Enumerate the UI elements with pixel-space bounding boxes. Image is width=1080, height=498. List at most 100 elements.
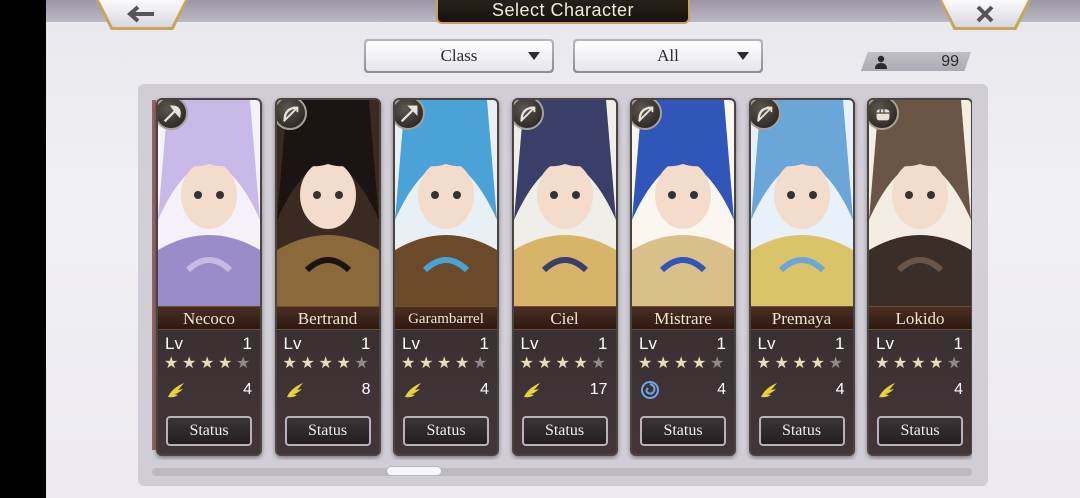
character-portrait (158, 100, 260, 306)
rarity-star-icon: ★ (401, 355, 416, 372)
wind-wing-icon (523, 383, 540, 398)
class-filter-dropdown[interactable]: Class (364, 39, 554, 73)
level-value: 1 (242, 334, 252, 353)
rarity-star-icon: ★ (710, 355, 725, 372)
level-value: 1 (716, 334, 726, 353)
rarity-stars: ★ ★ ★ ★ ★ (875, 356, 963, 372)
character-card[interactable]: Mistrare Lv 1 ★ ★ ★ ★ ★ 4 Status (630, 98, 736, 456)
back-button[interactable] (96, 0, 188, 30)
character-name: Necoco (158, 306, 260, 330)
character-portrait (513, 100, 616, 306)
element-count: 4 (835, 381, 845, 398)
bow-icon (513, 100, 544, 130)
water-swirl-icon (641, 381, 659, 399)
character-info: Lv 1 ★ ★ ★ ★ ★ 4 Status (395, 330, 497, 454)
rarity-star-icon: ★ (437, 355, 452, 372)
rarity-star-icon: ★ (182, 355, 197, 372)
status-button[interactable]: Status (521, 416, 608, 446)
rarity-star-icon: ★ (537, 355, 552, 372)
character-card[interactable]: Premaya Lv 1 ★ ★ ★ ★ ★ 4 Status (748, 98, 855, 456)
rarity-stars: ★ ★ ★ ★ ★ (638, 356, 726, 372)
rarity-star-icon: ★ (282, 355, 297, 372)
character-card[interactable]: Lokido Lv 1 ★ ★ ★ ★ ★ 4 Status (867, 98, 972, 456)
rarity-star-icon: ★ (200, 355, 215, 372)
rarity-stars: ★ ★ ★ ★ ★ (757, 356, 845, 372)
character-info: Lv 1 ★ ★ ★ ★ ★ 8 Status (276, 330, 379, 454)
element-count: 4 (717, 381, 726, 398)
scrollbar-thumb[interactable] (386, 466, 442, 476)
rarity-filter-dropdown[interactable]: All (573, 39, 763, 73)
character-name: Bertrand (276, 306, 379, 330)
rarity-stars: ★ ★ ★ ★ ★ (520, 356, 608, 372)
close-button[interactable] (939, 0, 1031, 30)
rarity-star-icon: ★ (656, 355, 671, 372)
character-name: Premaya (750, 306, 853, 330)
wind-wing-icon (405, 383, 421, 398)
status-button[interactable]: Status (758, 416, 845, 446)
level-value: 1 (953, 334, 963, 353)
rarity-star-icon: ★ (164, 355, 179, 372)
status-button[interactable]: Status (877, 416, 963, 446)
character-card[interactable]: Necoco Lv 1 ★ ★ ★ ★ ★ 4 Status (156, 98, 262, 456)
character-card[interactable]: Garambarrel Lv 1 ★ ★ ★ ★ ★ 4 Status (393, 98, 499, 456)
status-button[interactable]: Status (403, 416, 489, 446)
horizontal-scrollbar[interactable] (152, 468, 972, 476)
chevron-down-icon (528, 52, 540, 60)
rarity-star-icon: ★ (893, 355, 908, 372)
bow-icon (276, 100, 307, 130)
bow-icon (750, 100, 781, 130)
rarity-star-icon: ★ (419, 355, 434, 372)
character-card[interactable]: Ciel Lv 1 ★ ★ ★ ★ ★ 17 Status (511, 98, 618, 456)
level-label: Lv (757, 334, 776, 353)
select-character-screen: Select Character Class All 99 Necoco Lv … (46, 0, 1080, 498)
character-portrait (632, 100, 734, 306)
rarity-star-icon: ★ (555, 355, 570, 372)
rarity-star-icon: ★ (828, 355, 843, 372)
character-info: Lv 1 ★ ★ ★ ★ ★ 4 Status (869, 330, 971, 454)
level-label: Lv (402, 334, 420, 353)
level-value: 1 (598, 334, 608, 353)
rarity-star-icon: ★ (318, 355, 333, 372)
rarity-star-icon: ★ (218, 355, 233, 372)
page-title: Select Character (436, 0, 690, 24)
rarity-star-icon: ★ (236, 355, 251, 372)
wind-wing-icon (879, 383, 895, 398)
status-button[interactable]: Status (640, 416, 726, 446)
rarity-star-icon: ★ (929, 355, 944, 372)
wind-wing-icon (168, 383, 184, 398)
status-button[interactable]: Status (284, 416, 371, 446)
owned-count-badge: 99 (861, 52, 971, 71)
back-arrow-icon (127, 5, 154, 23)
status-button[interactable]: Status (166, 416, 252, 446)
wind-wing-icon (286, 383, 303, 398)
element-count: 8 (361, 381, 371, 398)
character-portrait (276, 100, 379, 306)
owned-count: 99 (941, 53, 959, 70)
element-count: 4 (243, 381, 252, 398)
character-card[interactable]: Bertrand Lv 1 ★ ★ ★ ★ ★ 8 Status (274, 98, 381, 456)
character-name: Lokido (869, 306, 971, 330)
level-label: Lv (639, 334, 657, 353)
character-info: Lv 1 ★ ★ ★ ★ ★ 4 Status (158, 330, 260, 454)
character-card-row[interactable]: Necoco Lv 1 ★★★★★ 4 Status Bertrand (152, 96, 972, 460)
wind-wing-icon (760, 383, 777, 398)
level-value: 1 (479, 334, 489, 353)
rarity-star-icon: ★ (638, 355, 653, 372)
rarity-star-icon: ★ (792, 355, 807, 372)
rarity-stars: ★ ★ ★ ★ ★ (283, 356, 371, 372)
character-name: Garambarrel (395, 306, 497, 330)
rarity-star-icon: ★ (756, 355, 771, 372)
rarity-star-icon: ★ (300, 355, 315, 372)
element-count: 4 (954, 381, 963, 398)
rarity-star-icon: ★ (591, 355, 606, 372)
level-value: 1 (835, 334, 845, 353)
person-icon (875, 55, 887, 69)
rarity-star-icon: ★ (573, 355, 588, 372)
rarity-star-icon: ★ (354, 355, 369, 372)
rarity-star-icon: ★ (875, 355, 890, 372)
class-filter-label: Class (440, 46, 478, 65)
character-portrait (395, 100, 497, 306)
character-portrait (750, 100, 853, 306)
level-value: 1 (361, 334, 371, 353)
rarity-star-icon: ★ (455, 355, 470, 372)
